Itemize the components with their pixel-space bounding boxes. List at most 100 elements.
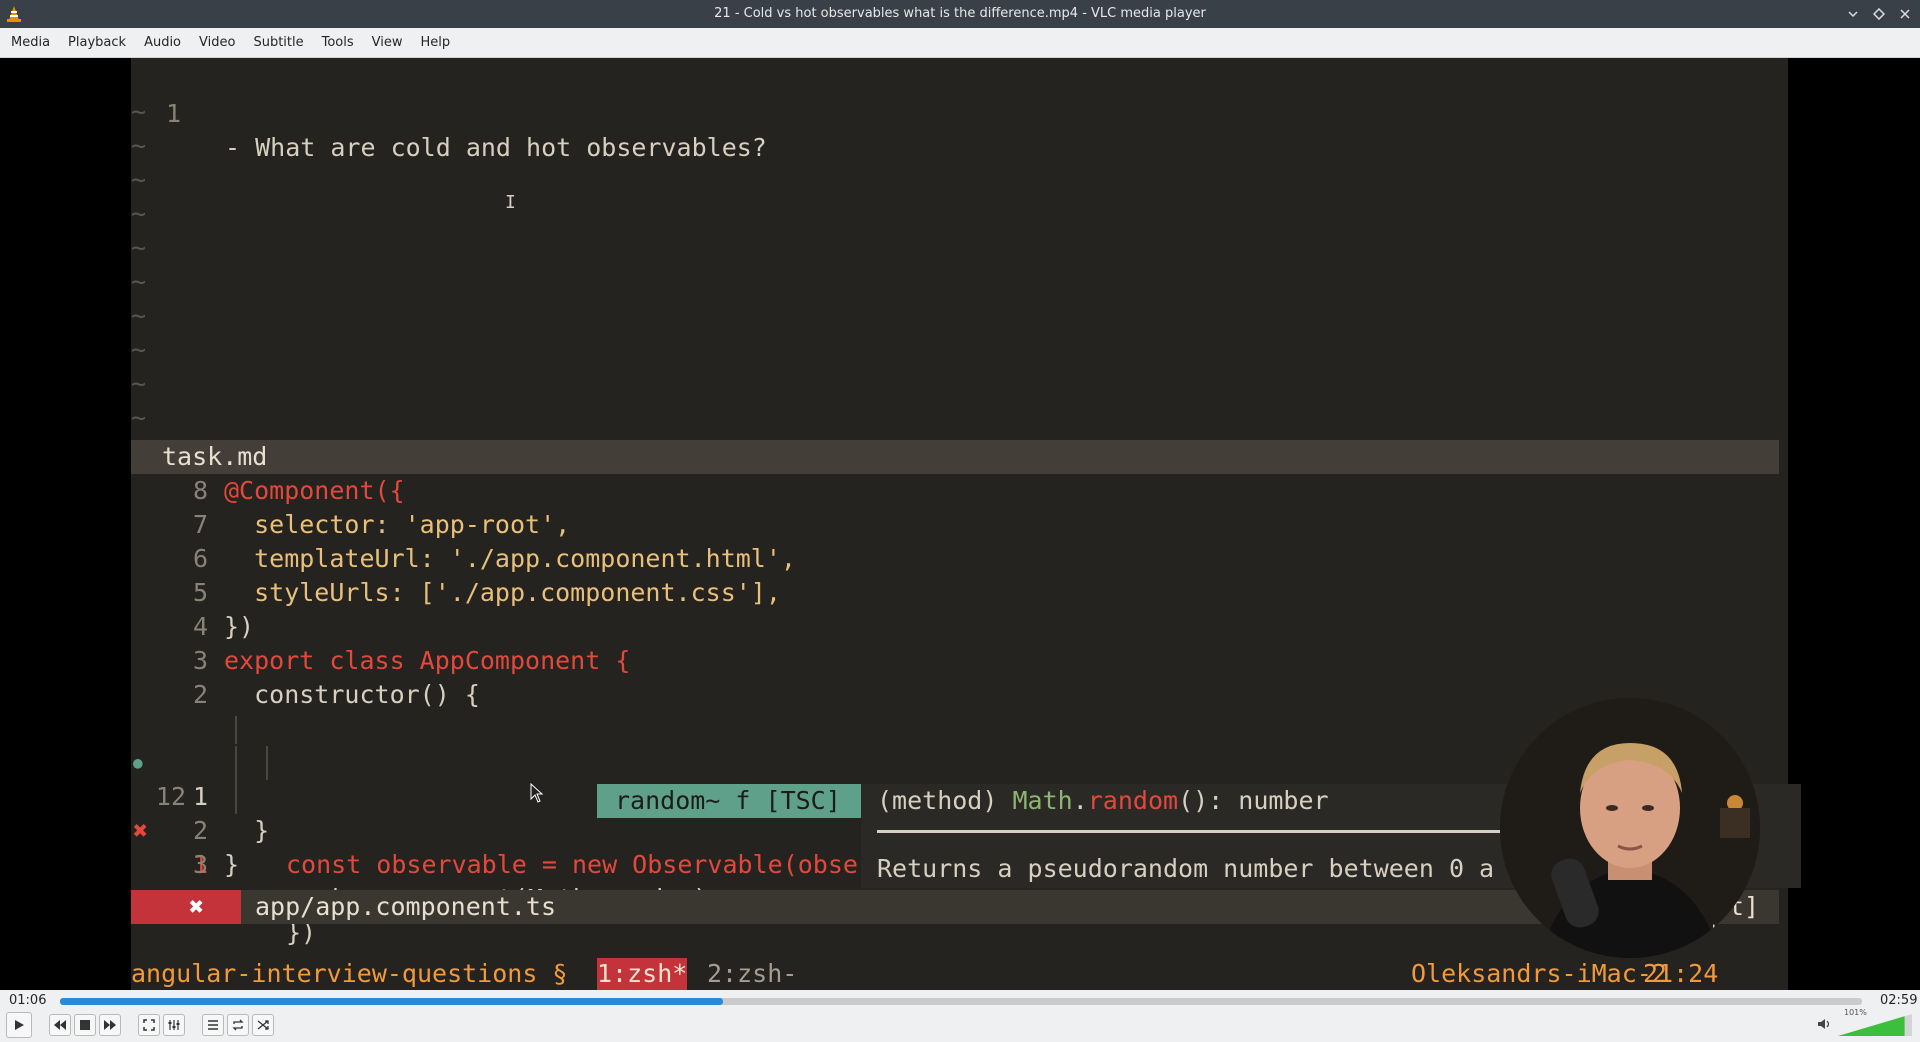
tmux-host: Oleksandrs-iMac-2 bbox=[1411, 959, 1667, 988]
doc-signature: (method) Math.random(): number bbox=[877, 784, 1329, 818]
code-line: }) bbox=[224, 612, 255, 641]
empty-line-marker: ~ bbox=[131, 301, 147, 330]
diamond-icon bbox=[1873, 8, 1885, 20]
tmux-window: 2:zsh- bbox=[707, 959, 798, 988]
chevron-down-icon bbox=[1848, 11, 1858, 18]
stop-icon bbox=[80, 1020, 90, 1030]
speaker-icon[interactable] bbox=[1818, 1018, 1832, 1030]
doc-signature-prefix: (method) bbox=[877, 786, 1013, 815]
tmux-clock: 21:24 bbox=[1643, 959, 1719, 988]
line-number: 2 bbox=[192, 816, 208, 845]
playlist-icon bbox=[208, 1020, 218, 1030]
stop-button[interactable] bbox=[74, 1014, 96, 1036]
line-number: 3 bbox=[192, 850, 208, 879]
error-sign-icon: ✖ bbox=[133, 816, 149, 845]
code-line: } bbox=[224, 816, 270, 845]
previous-icon bbox=[54, 1020, 66, 1030]
menu-view[interactable]: View bbox=[363, 28, 412, 58]
bottom-pane-filename: app/app.component.ts bbox=[255, 892, 557, 921]
shuffle-icon bbox=[257, 1020, 269, 1030]
line-number: 4 bbox=[192, 612, 208, 641]
menu-subtitle[interactable]: Subtitle bbox=[244, 28, 312, 58]
doc-signature-object: Math bbox=[1012, 786, 1073, 815]
line-number: 8 bbox=[192, 476, 208, 505]
mouse-pointer-icon bbox=[530, 783, 544, 803]
close-icon bbox=[1900, 9, 1910, 19]
completion-label: random~ f [TSC] bbox=[615, 786, 841, 815]
indent-guide bbox=[266, 746, 268, 780]
fullscreen-button[interactable] bbox=[138, 1014, 160, 1036]
tmux-window-active: 1:zsh* bbox=[597, 958, 688, 990]
task-line: - What are cold and hot observables? bbox=[225, 133, 767, 162]
tmux-statusline: angular-interview-questions § 1:zsh* 2:z… bbox=[131, 958, 1788, 990]
empty-line-marker: ~ bbox=[131, 369, 147, 398]
menu-media[interactable]: Media bbox=[2, 28, 59, 58]
play-icon bbox=[15, 1020, 24, 1030]
tmux-session: angular-interview-questions § bbox=[131, 959, 568, 988]
menu-tools[interactable]: Tools bbox=[313, 28, 363, 58]
indent-guide bbox=[235, 746, 237, 780]
presenter-image bbox=[1500, 698, 1760, 958]
maximize-button[interactable] bbox=[1870, 5, 1888, 23]
menu-bar: Media Playback Audio Video Subtitle Tool… bbox=[0, 28, 1920, 58]
empty-line-marker: ~ bbox=[131, 403, 147, 432]
next-icon bbox=[104, 1020, 116, 1030]
loop-button[interactable] bbox=[227, 1014, 249, 1036]
extended-settings-icon bbox=[168, 1020, 180, 1030]
doc-signature-method: random bbox=[1087, 786, 1179, 815]
empty-line-marker: ~ bbox=[131, 233, 147, 262]
volume-level bbox=[1838, 1016, 1905, 1036]
empty-line-marker: ~ bbox=[131, 97, 147, 126]
close-button[interactable] bbox=[1896, 5, 1914, 23]
top-pane-statusline: task.md bbox=[131, 440, 1779, 474]
watermark: udemy bbox=[1712, 920, 1760, 937]
extended-settings-button[interactable] bbox=[163, 1014, 185, 1036]
empty-line-marker: ~ bbox=[131, 199, 147, 228]
text-cursor-icon: I bbox=[505, 192, 516, 213]
top-pane-filename: task.md bbox=[162, 442, 268, 471]
player-controls: 01:06 02:59 101% bbox=[0, 990, 1920, 1042]
loop-icon bbox=[232, 1019, 244, 1031]
minimize-button[interactable] bbox=[1844, 5, 1862, 23]
video-area[interactable]: 1 - What are cold and hot observables? ~… bbox=[0, 58, 1920, 990]
title-bar: 21 - Cold vs hot observables what is the… bbox=[0, 0, 1920, 28]
code-line: @Component({ bbox=[224, 476, 405, 505]
empty-line-marker: ~ bbox=[131, 131, 147, 160]
empty-line-marker: ~ bbox=[131, 165, 147, 194]
error-indicator bbox=[131, 890, 241, 924]
doc-divider bbox=[877, 830, 1557, 833]
code-line: templateUrl: './app.component.html', bbox=[224, 544, 796, 573]
webcam-overlay: udemy bbox=[1500, 698, 1760, 958]
line-number: 7 bbox=[192, 510, 208, 539]
previous-button[interactable] bbox=[49, 1014, 71, 1036]
doc-signature-dot: . bbox=[1072, 786, 1088, 815]
seek-bar[interactable] bbox=[60, 998, 1862, 1005]
line-number: 3 bbox=[192, 646, 208, 675]
empty-line-marker: ~ bbox=[131, 267, 147, 296]
code-line: styleUrls: ['./app.component.css'], bbox=[224, 578, 781, 607]
volume-slider[interactable] bbox=[1838, 1014, 1912, 1036]
next-button[interactable] bbox=[99, 1014, 121, 1036]
indent-guide bbox=[235, 716, 237, 744]
menu-audio[interactable]: Audio bbox=[135, 28, 190, 58]
menu-playback[interactable]: Playback bbox=[59, 28, 135, 58]
line-number: 2 bbox=[192, 680, 208, 709]
indent-guide bbox=[235, 780, 237, 814]
error-icon: ✖ bbox=[189, 892, 205, 921]
line-number: 1 bbox=[165, 99, 181, 128]
shuffle-button[interactable] bbox=[252, 1014, 274, 1036]
line-number: 6 bbox=[192, 544, 208, 573]
code-line: constructor() { bbox=[224, 680, 480, 709]
doc-signature-return: (): number bbox=[1178, 786, 1329, 815]
completion-menu-item[interactable]: random~ f [TSC] bbox=[597, 784, 861, 818]
menu-help[interactable]: Help bbox=[412, 28, 460, 58]
line-number: 5 bbox=[192, 578, 208, 607]
elapsed-time: 01:06 bbox=[9, 993, 47, 1008]
code-line: selector: 'app-root', bbox=[224, 510, 571, 539]
fullscreen-icon bbox=[143, 1019, 155, 1031]
play-button[interactable] bbox=[6, 1012, 32, 1038]
playlist-button[interactable] bbox=[202, 1014, 224, 1036]
total-time: 02:59 bbox=[1880, 993, 1918, 1008]
window-title: 21 - Cold vs hot observables what is the… bbox=[714, 6, 1206, 21]
menu-video[interactable]: Video bbox=[190, 28, 244, 58]
